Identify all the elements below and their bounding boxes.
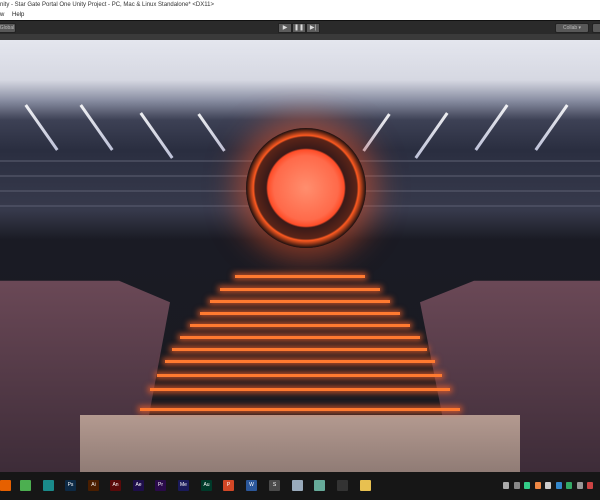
taskbar-file-explorer-icon[interactable] (360, 480, 371, 491)
play-button[interactable]: ▶ (278, 23, 292, 33)
tray-icon[interactable] (534, 482, 541, 489)
menu-help[interactable]: Help (12, 12, 24, 18)
step-icon: ▶| (309, 25, 317, 31)
unity-toolbar: Global ▶ ❚❚ ▶| Collab ▾ (0, 20, 600, 34)
stadium-light (79, 104, 114, 151)
tray-icon[interactable] (587, 482, 593, 489)
game-view[interactable] (0, 40, 600, 472)
stadium-light (197, 113, 226, 152)
tray-icon[interactable] (524, 482, 530, 489)
taskbar-unity-icon[interactable] (337, 480, 348, 491)
tray-icon[interactable] (545, 482, 551, 489)
menu-bar: w Help (0, 11, 600, 20)
pause-icon: ❚❚ (293, 25, 305, 31)
taskbar-firefox-icon[interactable] (0, 480, 11, 491)
taskbar-illustrator-icon[interactable]: Ai (88, 480, 99, 491)
step-button[interactable]: ▶| (306, 23, 320, 33)
tray-icon[interactable] (513, 482, 520, 489)
stadium-light (139, 112, 174, 159)
taskbar-powerpoint-icon[interactable]: P (223, 480, 234, 491)
stadium-light (474, 104, 509, 151)
taskbar-after-effects-icon[interactable]: Ae (133, 480, 144, 491)
taskbar-tool-icon[interactable] (314, 480, 325, 491)
stargate-portal (246, 128, 366, 248)
taskbar-photoshop-icon[interactable]: Ps (65, 480, 76, 491)
collab-button[interactable]: Collab ▾ (555, 23, 589, 33)
taskbar-animate-icon[interactable]: An (110, 480, 121, 491)
taskbar-word-icon[interactable]: W (246, 480, 257, 491)
tray-icon[interactable] (566, 482, 572, 489)
taskbar-media-encoder-icon[interactable]: Me (178, 480, 189, 491)
taskbar-chrome-icon[interactable] (20, 480, 31, 491)
stadium-light (534, 104, 569, 151)
tray-icon[interactable] (576, 482, 583, 489)
taskbar-app-icon[interactable] (43, 480, 54, 491)
taskbar-premiere-icon[interactable]: Pr (155, 480, 166, 491)
pause-button[interactable]: ❚❚ (292, 23, 306, 33)
tray-icon[interactable] (555, 482, 562, 489)
tray-icon[interactable] (503, 482, 509, 489)
stadium-light (362, 113, 391, 152)
taskbar-sublime-icon[interactable]: S (269, 480, 280, 491)
stone-floor (80, 415, 520, 472)
taskbar-window-app-icon[interactable] (292, 480, 303, 491)
stadium-light (414, 112, 449, 159)
global-toggle[interactable]: Global (0, 23, 16, 33)
taskbar: Ps Ai An Ae Pr Me Au P W S (0, 472, 600, 500)
stadium-light (24, 104, 59, 151)
menu-window[interactable]: w (0, 12, 4, 18)
window-title: nity - Star Gate Portal One Unity Projec… (0, 0, 600, 11)
cloud-button[interactable] (592, 23, 600, 33)
play-icon: ▶ (282, 25, 288, 31)
taskbar-audition-icon[interactable]: Au (201, 480, 212, 491)
